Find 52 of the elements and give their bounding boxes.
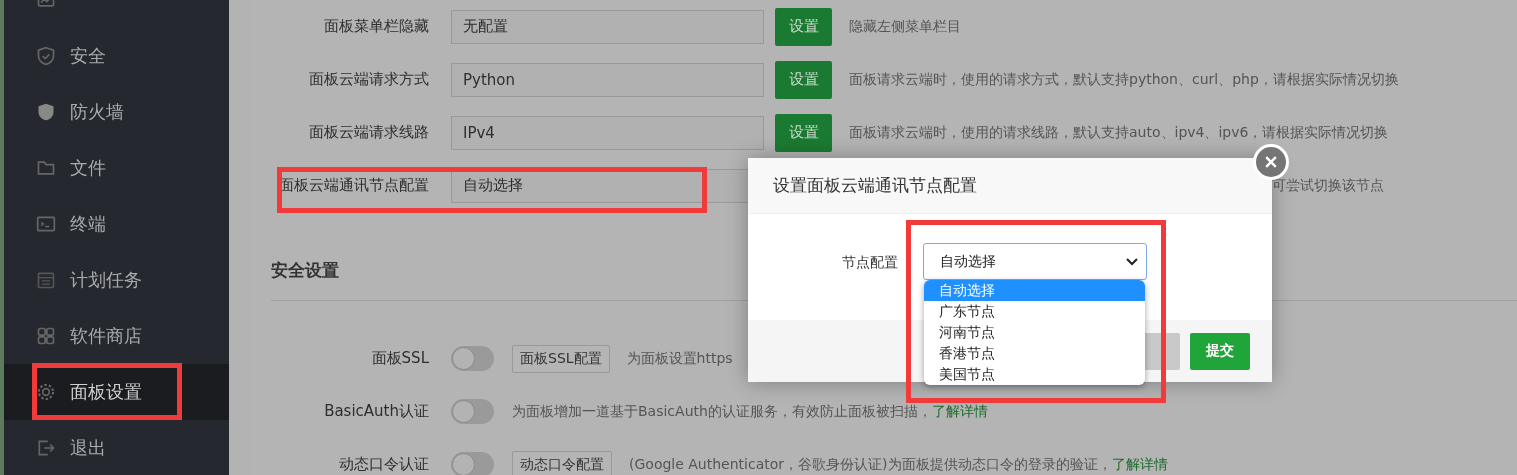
- setting-description: 可尝试切换该节点: [1272, 176, 1384, 195]
- sidebar-item[interactable]: 面板设置: [4, 364, 229, 420]
- config-button[interactable]: 面板SSL配置: [512, 344, 610, 373]
- setting-label: 面板云端请求方式: [308, 70, 429, 89]
- setting-description: 隐藏左侧菜单栏目: [849, 17, 961, 36]
- close-icon: [1263, 154, 1279, 170]
- sidebar-item[interactable]: 文件: [4, 140, 229, 196]
- section-title: 安全设置: [271, 258, 339, 282]
- input-field[interactable]: 无配置: [451, 9, 764, 44]
- dropdown-option[interactable]: 河南节点: [924, 322, 1145, 343]
- setting-description: (Google Authenticator，谷歌身份认证)为面板提供动态口令的登录的验证，了解详情: [629, 455, 1168, 474]
- calendar-icon: [36, 270, 56, 290]
- sidebar-item[interactable]: 计划任务: [4, 252, 229, 308]
- grid-icon: [36, 326, 56, 346]
- learn-more-link[interactable]: 了解详情: [1111, 455, 1168, 472]
- setting-label: 面板云端请求线路: [308, 123, 429, 142]
- dropdown-option[interactable]: 广东节点: [924, 301, 1145, 322]
- shield-icon: [36, 102, 56, 122]
- setting-description: 面板请求云端时，使用的请求方式，默认支持python、curl、php，请根据实际情况切换: [849, 70, 1399, 89]
- dropdown-option[interactable]: 美国节点: [924, 364, 1145, 385]
- shield-check-icon: [36, 46, 56, 66]
- set-button[interactable]: 设置: [775, 7, 832, 46]
- setting-label: 面板SSL: [370, 349, 429, 368]
- setting-label: BasicAuth认证: [323, 402, 429, 421]
- terminal-icon: [36, 214, 56, 234]
- set-button[interactable]: 设置: [775, 113, 832, 152]
- sidebar-item[interactable]: 软件商店: [4, 308, 229, 364]
- field-label: 节点配置: [841, 253, 898, 272]
- sidebar-item[interactable]: 终端: [4, 196, 229, 252]
- config-button[interactable]: 动态口令配置: [512, 450, 612, 475]
- input-field[interactable]: IPv4: [451, 115, 764, 150]
- dropdown-option[interactable]: 香港节点: [924, 343, 1145, 364]
- sidebar-item[interactable]: 安全: [4, 28, 229, 84]
- folder-icon: [36, 158, 56, 178]
- sidebar-item[interactable]: 防火墙: [4, 84, 229, 140]
- setting-description: 为面板设置https: [626, 349, 733, 368]
- setting-description: 面板请求云端时，使用的请求线路，默认支持auto、ipv4、ipv6，请根据实际情况切换: [849, 123, 1389, 142]
- input-field[interactable]: Python: [451, 62, 764, 97]
- sidebar-item[interactable]: 退出: [4, 420, 229, 475]
- setting-label: 面板菜单栏隐藏: [323, 17, 429, 36]
- select-field[interactable]: 自动选择: [923, 243, 1147, 280]
- set-button[interactable]: 设置: [775, 60, 832, 99]
- settings-icon: [36, 382, 56, 402]
- setting-description: 为面板增加一道基于BasicAuth的认证服务，有效防止面板被扫描，了解详情: [512, 402, 988, 421]
- toggle-switch[interactable]: [451, 346, 494, 371]
- learn-more-link[interactable]: 了解详情: [931, 402, 988, 419]
- setting-label: 动态口令认证: [338, 455, 429, 474]
- toggle-switch[interactable]: [451, 452, 494, 475]
- dialog-title: 设置面板云端通讯节点配置: [773, 174, 977, 197]
- logout-icon: [36, 438, 56, 458]
- caret-icon: [1126, 257, 1138, 266]
- toggle-switch[interactable]: [451, 399, 494, 424]
